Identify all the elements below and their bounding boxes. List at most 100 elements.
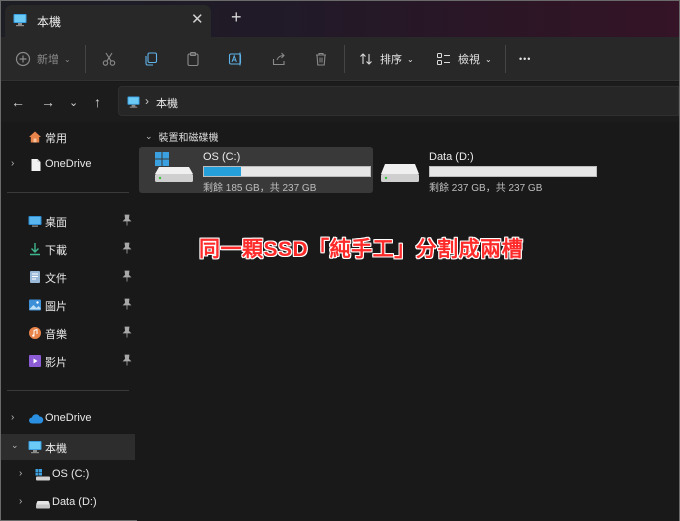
sidebar-item-drive-c[interactable]: › OS (C:): [1, 462, 135, 488]
pin-icon[interactable]: [122, 354, 132, 366]
chevron-right-icon[interactable]: ›: [19, 496, 22, 507]
chevron-right-icon[interactable]: ›: [11, 412, 14, 423]
drive-usage-bar: [203, 166, 371, 177]
download-icon: [30, 243, 40, 256]
recent-locations-chevron-icon[interactable]: ⌄: [69, 96, 78, 109]
scissors-icon: [102, 52, 116, 66]
sidebar-item-label: 文件: [45, 273, 67, 285]
sidebar-item-label: Data (D:): [52, 496, 97, 508]
annotation-caption: 同一顆SSD「純手工」分割成兩槽: [199, 238, 524, 261]
drive-tile-d[interactable]: Data (D:) 剩餘 237 GB，共 237 GB: [365, 147, 599, 194]
monitor-icon: [127, 96, 140, 108]
rename-button[interactable]: [228, 48, 244, 70]
chevron-down-icon[interactable]: ⌄: [11, 440, 19, 451]
sort-button[interactable]: 排序 ⌄: [358, 48, 414, 70]
pin-icon[interactable]: [122, 326, 132, 338]
back-arrow-icon[interactable]: ←: [11, 94, 25, 110]
sidebar-item-onedrive-personal[interactable]: › OneDrive: [1, 152, 135, 178]
group-header-devices[interactable]: ⌄ 裝置和磁碟機: [145, 129, 219, 144]
view-label: 檢視: [458, 54, 480, 66]
chevron-down-icon: ⌄: [64, 54, 71, 64]
drive-name: OS (C:): [203, 151, 241, 163]
copy-icon: [145, 52, 158, 66]
sidebar-item-home[interactable]: 常用: [1, 124, 135, 150]
new-tab-button[interactable]: +: [231, 7, 242, 28]
divider: [7, 390, 129, 391]
pictures-icon: [29, 299, 41, 311]
home-icon: [29, 131, 41, 143]
pin-icon[interactable]: [122, 270, 132, 282]
pin-icon[interactable]: [122, 298, 132, 310]
divider: [505, 45, 506, 73]
command-bar: 新增 ⌄ 排序 ⌄ 檢視 ⌄ •••: [1, 37, 679, 81]
tab-this-pc[interactable]: 本機 ✕: [5, 5, 211, 37]
content-pane: ⌄ 裝置和磁碟機 OS (C:) 剩餘 185 GB，共 237 GB Data…: [137, 122, 679, 521]
divider: [344, 45, 345, 73]
share-icon: [272, 52, 285, 66]
chevron-right-icon[interactable]: ›: [19, 468, 22, 479]
chevron-right-icon[interactable]: ›: [11, 158, 14, 169]
address-bar: ← → ⌄ ↑ › 本機: [1, 82, 679, 122]
view-icon: [437, 53, 450, 65]
os-drive-icon: [155, 152, 193, 182]
view-button[interactable]: 檢視 ⌄: [436, 48, 492, 70]
sidebar-item-drive-d[interactable]: › Data (D:): [1, 490, 135, 516]
sidebar-item-documents[interactable]: 文件: [1, 264, 135, 290]
more-options-button[interactable]: •••: [519, 48, 531, 70]
sidebar-item-label: OS (C:): [52, 468, 90, 480]
sidebar-item-label: 常用: [45, 133, 67, 145]
drive-icon: [36, 501, 50, 509]
drive-icon: [381, 164, 419, 182]
pin-icon[interactable]: [122, 214, 132, 226]
close-tab-button[interactable]: ✕: [191, 10, 204, 28]
sidebar-item-pictures[interactable]: 圖片: [1, 292, 135, 318]
divider: [7, 192, 129, 193]
breadcrumb-this-pc[interactable]: 本機: [156, 95, 178, 111]
more-icon: •••: [519, 54, 532, 64]
rename-icon: [228, 52, 242, 66]
breadcrumb-chevron-icon[interactable]: ›: [145, 94, 149, 108]
documents-icon: [30, 271, 40, 283]
sidebar-item-downloads[interactable]: 下載: [1, 236, 135, 262]
chevron-down-icon: ⌄: [407, 54, 414, 64]
tab-title: 本機: [37, 15, 62, 29]
sidebar-item-videos[interactable]: 影片: [1, 348, 135, 374]
delete-button[interactable]: [313, 48, 329, 70]
sidebar-item-label: 本機: [45, 443, 67, 455]
forward-arrow-icon[interactable]: →: [41, 94, 55, 110]
trash-icon: [316, 52, 326, 66]
file-icon: [31, 159, 41, 171]
share-button[interactable]: [271, 48, 287, 70]
sidebar-item-label: 圖片: [45, 301, 67, 313]
chevron-down-icon: ⌄: [485, 54, 492, 64]
up-arrow-icon[interactable]: ↑: [94, 94, 101, 110]
desktop-icon: [28, 216, 42, 227]
sidebar-item-desktop[interactable]: 桌面: [1, 208, 135, 234]
new-button[interactable]: 新增 ⌄: [15, 48, 71, 70]
paste-button[interactable]: [185, 48, 201, 70]
sidebar-item-label: 影片: [45, 357, 67, 369]
sidebar-item-this-pc[interactable]: ⌄ 本機: [1, 434, 135, 460]
sort-icon: [360, 53, 372, 65]
sidebar-item-music[interactable]: 音樂: [1, 320, 135, 346]
music-icon: [29, 327, 41, 339]
sidebar-item-label: 桌面: [45, 217, 67, 229]
plus-circle-icon: [15, 51, 31, 67]
sort-label: 排序: [380, 54, 402, 66]
group-title: 裝置和磁碟機: [158, 133, 219, 144]
title-bar: 本機 ✕ +: [1, 1, 679, 37]
copy-button[interactable]: [143, 48, 159, 70]
sidebar-item-label: OneDrive: [45, 158, 92, 170]
drive-name: Data (D:): [429, 151, 474, 163]
drive-free-space: 剩餘 185 GB，共 237 GB: [203, 183, 317, 194]
sidebar-item-label: 下載: [45, 245, 67, 257]
cut-button[interactable]: [101, 48, 117, 70]
drive-usage-fill: [204, 167, 241, 176]
os-drive-icon: [35, 469, 50, 481]
sidebar-item-onedrive[interactable]: › OneDrive: [1, 406, 135, 432]
drive-tile-c[interactable]: OS (C:) 剩餘 185 GB，共 237 GB: [139, 147, 373, 194]
chevron-down-icon[interactable]: ⌄: [145, 131, 153, 142]
address-input[interactable]: › 本機: [118, 86, 679, 116]
monitor-icon: [13, 14, 27, 27]
pin-icon[interactable]: [122, 242, 132, 254]
